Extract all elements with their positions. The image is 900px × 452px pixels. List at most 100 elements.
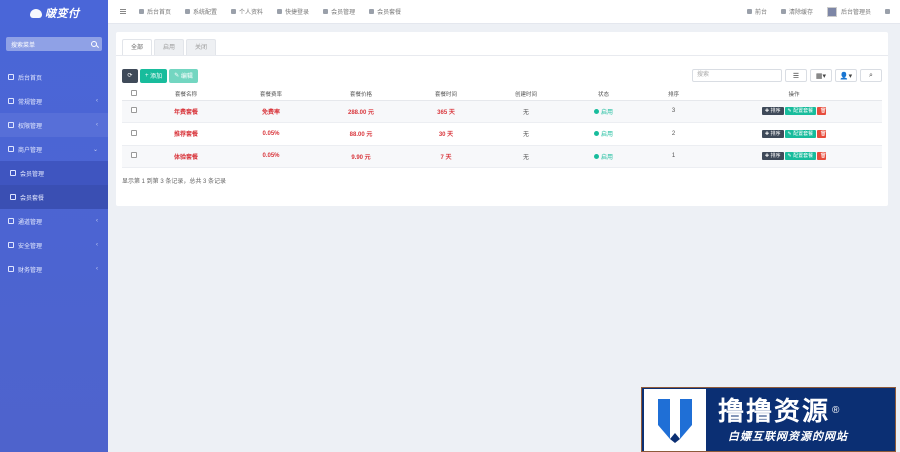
sort-label: 排序 [770,108,781,115]
sidebar-item-dashboard[interactable]: 后台首页 [0,65,108,89]
cogs-icon [8,98,14,104]
watermark-title-text: 撸撸资源 [718,395,831,426]
table-toolbar: ⟳ + 添加 ✎ 编辑 搜索 ☰ ▦▾ 👤▾ ⌕ [116,56,888,84]
status-label: 启用 [600,132,613,139]
toggle-view-button[interactable]: ☰ [785,69,807,82]
delete-button[interactable]: 🗑 [817,129,826,138]
table-row[interactable]: 推荐套餐 0.05% 88.00 元 30 天 无 启用 2 ✚ 排序 ✎ 配置… [122,122,882,146]
package-price: 88.00 元 [316,122,406,146]
settings-toggle[interactable] [878,0,900,24]
edit-label: 编辑 [180,74,193,80]
user-circle-icon [8,146,14,152]
status-dot-icon [593,108,599,114]
menu-toggle-icon[interactable] [114,8,132,15]
logo-text: 啵变付 [45,8,80,20]
row-actions: ✚ 排序 ✎ 配置套餐 🗑 [706,100,882,123]
row-checkbox[interactable] [131,129,137,136]
package-duration: 30 天 [406,122,486,146]
gears-icon [885,9,890,14]
row-select-cell[interactable] [122,145,146,168]
col-price[interactable]: 套餐价格 [316,88,406,101]
table-row[interactable]: 体验套餐 0.05% 9.90 元 7 天 无 启用 1 ✚ 排序 ✎ 配置套餐… [122,145,882,168]
row-checkbox[interactable] [131,107,137,114]
topnav-label: 会员管理 [331,10,356,16]
trash-icon: 🗑 [820,108,827,115]
row-select-cell[interactable] [122,122,146,146]
topnav-profile[interactable]: 个人资料 [224,0,270,24]
package-sort: 2 [641,122,706,146]
config-package-button[interactable]: ✎ 配置套餐 [784,129,817,138]
sidebar-item-finance[interactable]: 财务管理 ‹ [0,257,108,281]
package-icon [10,194,16,200]
col-created[interactable]: 创建时间 [486,88,566,101]
tab-enabled[interactable]: 启用 [154,39,185,55]
chevron-left-icon: ‹ [96,266,98,272]
col-name[interactable]: 套餐名称 [146,88,226,101]
sidebar-item-label: 会员管理 [20,171,45,178]
registered-mark: ® [832,404,842,416]
row-checkbox[interactable] [131,152,137,159]
topnav-quick-login[interactable]: 快捷登录 [270,0,316,24]
chevron-down-icon: ⌄ [92,146,98,153]
trash-icon: 🗑 [820,153,827,160]
config-package-button[interactable]: ✎ 配置套餐 [784,107,817,116]
pagination-info: 显示第 1 到第 3 条记录，总共 3 条记录 [122,179,227,185]
edit-button[interactable]: ✎ 编辑 [169,68,198,83]
frontend-link[interactable]: 前台 [740,0,774,24]
columns-button[interactable]: ▦▾ [810,69,832,82]
topnav-dashboard[interactable]: 后台首页 [132,0,178,24]
select-all-checkbox[interactable] [131,89,137,96]
user-name: 后台管理员 [840,10,871,16]
sidebar-item-merchant[interactable]: 商户管理 ⌄ [0,137,108,161]
add-button[interactable]: + 添加 [140,68,168,83]
advanced-search-button[interactable]: ⌕ [860,69,882,82]
shield-icon [8,242,14,248]
refresh-button[interactable]: ⟳ [122,68,138,83]
sort-button[interactable]: ✚ 排序 [761,152,784,161]
menu-search-input[interactable]: 搜索菜单 [6,37,102,51]
config-label: 配置套餐 [793,153,814,160]
topnav-config[interactable]: 系统配置 [178,0,224,24]
topnav-packages[interactable]: 会员套餐 [362,0,408,24]
search-icon[interactable] [91,41,97,47]
dashboard-icon [8,74,14,80]
row-select-cell[interactable] [122,100,146,123]
sidebar-item-members[interactable]: 会员管理 [0,161,108,185]
sidebar-item-label: 通道管理 [18,219,43,226]
clear-cache-label: 清除缓存 [788,10,813,16]
tab-all[interactable]: 全部 [122,39,153,55]
logo[interactable]: 啵变付 [0,0,108,26]
table-search-input[interactable]: 搜索 [692,69,782,82]
col-status[interactable]: 状态 [566,88,641,101]
col-duration[interactable]: 套餐时间 [406,88,486,101]
user-menu[interactable]: 后台管理员 [820,0,878,24]
sidebar-item-auth[interactable]: 权限管理 ‹ [0,113,108,137]
money-icon [8,266,14,272]
config-package-button[interactable]: ✎ 配置套餐 [784,152,817,161]
col-sort[interactable]: 排序 [641,88,706,101]
col-rate[interactable]: 套餐费率 [226,88,316,101]
packages-table: 套餐名称 套餐费率 套餐价格 套餐时间 创建时间 状态 排序 操作 年费套餐 免… [122,88,882,168]
package-status-cell: 启用 [566,100,641,123]
delete-button[interactable]: 🗑 [817,152,827,161]
status-badge[interactable]: 启用 [593,152,613,161]
sort-button[interactable]: ✚ 排序 [761,107,784,116]
watermark-logo [644,388,706,451]
sidebar-item-channels[interactable]: 通道管理 ‹ [0,209,108,233]
tab-disabled[interactable]: 关闭 [186,39,217,55]
sidebar-item-security[interactable]: 安全管理 ‹ [0,233,108,257]
topnav-members[interactable]: 会员管理 [316,0,362,24]
sidebar-item-packages[interactable]: 会员套餐 [0,185,108,209]
status-badge[interactable]: 启用 [593,129,613,139]
clear-cache-button[interactable]: 清除缓存 [774,0,820,24]
table-row[interactable]: 年费套餐 免费率 288.00 元 365 天 无 启用 3 ✚ 排序 ✎ 配置… [122,100,882,123]
status-tabs: 全部 启用 关闭 [116,32,888,56]
export-button[interactable]: 👤▾ [835,69,857,82]
select-all-cell[interactable] [122,88,146,101]
delete-button[interactable]: 🗑 [817,107,827,116]
watermark-text: 撸撸资源 ® 白嫖互联网资源的网站 [718,396,848,444]
sidebar-item-general[interactable]: 常规管理 ‹ [0,89,108,113]
package-status-cell: 启用 [566,122,641,146]
status-badge[interactable]: 启用 [593,107,613,116]
sort-button[interactable]: ✚ 排序 [761,129,784,138]
